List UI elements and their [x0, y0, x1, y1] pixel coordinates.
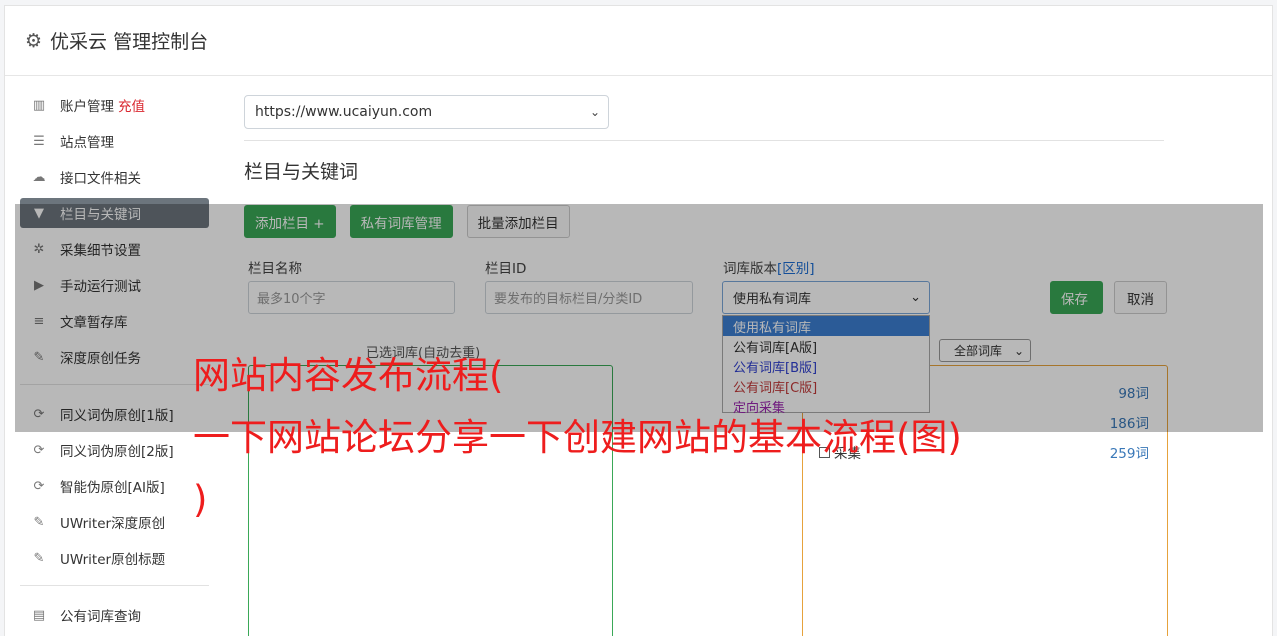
gear-icon: ⚙ — [25, 29, 43, 52]
sidebar: ▥ 账户管理 充值 ☰ 站点管理 ☁ 接口文件相关 ▼ 栏目与关键词 ✲ 采集细… — [20, 90, 209, 636]
chevron-down-icon: ⌄ — [1013, 343, 1024, 358]
lib-name: 采集 — [819, 442, 861, 462]
divider — [244, 140, 1164, 141]
edit-icon: ✎ — [33, 550, 45, 566]
sidebar-item-label: UWriter深度原创 — [60, 516, 166, 532]
lib-filter-select[interactable]: 全部词库 ⌄ — [939, 339, 1031, 362]
site-select-value: https://www.ucaiyun.com — [255, 104, 433, 120]
edit-icon: ✎ — [33, 514, 45, 530]
sidebar-item-label: 公有词库查询 — [60, 609, 141, 625]
selected-libs-box[interactable] — [248, 365, 613, 636]
sidebar-item-label: 同义词伪原创[2版] — [60, 444, 174, 460]
lib-version-value: 使用私有词库 — [733, 292, 812, 307]
cancel-button[interactable]: 取消 — [1114, 281, 1167, 314]
lib-version-dropdown: 使用私有词库 公有词库[A版] 公有词库[B版] 公有词库[C版] 定向采集 — [722, 315, 930, 416]
sidebar-divider — [20, 585, 209, 586]
dropdown-option[interactable]: 公有词库[C版] — [723, 376, 929, 396]
dropdown-option[interactable]: 使用私有词库 — [723, 316, 929, 336]
list-item[interactable]: 采集 259词 — [819, 442, 1149, 462]
dropdown-option[interactable]: 公有词库[A版] — [723, 336, 929, 356]
checkbox[interactable] — [819, 446, 830, 458]
sidebar-item-label: 手动运行测试 — [60, 279, 141, 295]
chevron-down-icon: ⌄ — [589, 105, 600, 119]
section-title: 栏目与关键词 — [244, 161, 359, 183]
batch-add-button[interactable]: 批量添加栏目 — [466, 205, 570, 238]
lib-version-label: 词库版本[区别] — [723, 257, 815, 277]
lib-count: 98词 — [1118, 386, 1149, 402]
recharge-link[interactable]: 充值 — [118, 95, 145, 115]
sidebar-item-label: 同义词伪原创[1版] — [60, 408, 174, 424]
sidebar-item-columns-keywords[interactable]: ▼ 栏目与关键词 — [20, 198, 209, 228]
dropdown-option[interactable]: 公有词库[B版] — [723, 356, 929, 376]
sidebar-item-manual-run[interactable]: ▶ 手动运行测试 — [20, 270, 209, 300]
sidebar-item-label: 接口文件相关 — [60, 171, 141, 187]
refresh-icon: ⟳ — [33, 406, 45, 422]
lib-version-select[interactable]: 使用私有词库 ⌄ — [722, 281, 930, 314]
lib-filter-value: 全部词库 — [954, 344, 1003, 358]
sidebar-item-collect-settings[interactable]: ✲ 采集细节设置 — [20, 234, 209, 264]
sidebar-item-synonym-v2[interactable]: ⟳ 同义词伪原创[2版] — [20, 435, 209, 465]
server-icon: ☰ — [33, 133, 45, 149]
book-icon: ▤ — [32, 607, 46, 623]
gears-icon: ✲ — [33, 241, 45, 257]
sidebar-item-uwriter-title[interactable]: ✎ UWriter原创标题 — [20, 543, 209, 573]
sidebar-item-uwriter-deep[interactable]: ✎ UWriter深度原创 — [20, 507, 209, 537]
selected-libs-label: 已选词库(自动去重) — [366, 346, 481, 361]
private-lib-button[interactable]: 私有词库管理 — [349, 205, 453, 238]
sidebar-item-interface-files[interactable]: ☁ 接口文件相关 — [20, 162, 209, 192]
add-column-button[interactable]: 添加栏目 + — [244, 205, 336, 238]
refresh-icon: ⟳ — [33, 478, 45, 494]
refresh-icon: ⟳ — [33, 442, 45, 458]
sidebar-item-sites[interactable]: ☰ 站点管理 — [20, 126, 209, 156]
sidebar-item-synonym-v1[interactable]: ⟳ 同义词伪原创[1版] — [20, 399, 209, 429]
sidebar-item-ai-rewrite[interactable]: ⟳ 智能伪原创[AI版] — [20, 471, 209, 501]
sidebar-item-label: 深度原创任务 — [60, 351, 141, 367]
lib-name-text: 采集 — [834, 446, 861, 462]
column-name-input[interactable]: 最多10个字 — [248, 281, 455, 314]
play-circle-icon: ▶ — [34, 277, 44, 293]
difference-link[interactable]: [区别] — [777, 261, 815, 277]
dropdown-option[interactable]: 定向采集 — [723, 396, 929, 416]
save-button[interactable]: 保存 — [1050, 281, 1103, 314]
column-id-input[interactable]: 要发布的目标栏目/分类ID — [485, 281, 693, 314]
main-content: https://www.ucaiyun.com ⌄ 栏目与关键词 添加栏目 + … — [244, 95, 1168, 636]
header: ⚙ 优采云 管理控制台 — [5, 6, 1272, 76]
lib-count: 186词 — [1109, 416, 1149, 432]
sidebar-item-label: 栏目与关键词 — [60, 207, 141, 223]
bar-chart-icon: ▥ — [32, 97, 46, 113]
sidebar-item-label: 账户管理 — [60, 99, 114, 115]
sidebar-item-article-store[interactable]: ≡ 文章暂存库 — [20, 306, 209, 336]
sidebar-item-label: UWriter原创标题 — [60, 552, 166, 568]
filter-icon: ▼ — [34, 205, 44, 221]
cloud-upload-icon: ☁ — [32, 169, 46, 185]
lib-version-label-text: 词库版本 — [723, 261, 777, 277]
sidebar-item-label: 智能伪原创[AI版] — [60, 480, 165, 496]
column-id-label: 栏目ID — [485, 261, 527, 277]
chevron-down-icon: ⌄ — [910, 290, 921, 305]
sidebar-divider — [20, 384, 209, 385]
site-select[interactable]: https://www.ucaiyun.com ⌄ — [244, 95, 609, 129]
sidebar-item-account[interactable]: ▥ 账户管理 充值 — [20, 90, 209, 120]
button-row: 添加栏目 + 私有词库管理 批量添加栏目 — [244, 205, 570, 238]
sidebar-item-label: 采集细节设置 — [60, 243, 141, 259]
page-title: 优采云 管理控制台 — [50, 31, 209, 53]
sidebar-item-public-lib[interactable]: ▤ 公有词库查询 — [20, 600, 209, 630]
database-icon: ≡ — [33, 313, 45, 329]
sidebar-item-label: 文章暂存库 — [60, 315, 128, 331]
lib-count: 259词 — [1109, 446, 1149, 462]
sidebar-item-label: 站点管理 — [60, 135, 114, 151]
sidebar-item-deep-original[interactable]: ✎ 深度原创任务 — [20, 342, 209, 372]
column-name-label: 栏目名称 — [248, 261, 302, 277]
edit-icon: ✎ — [33, 349, 45, 365]
